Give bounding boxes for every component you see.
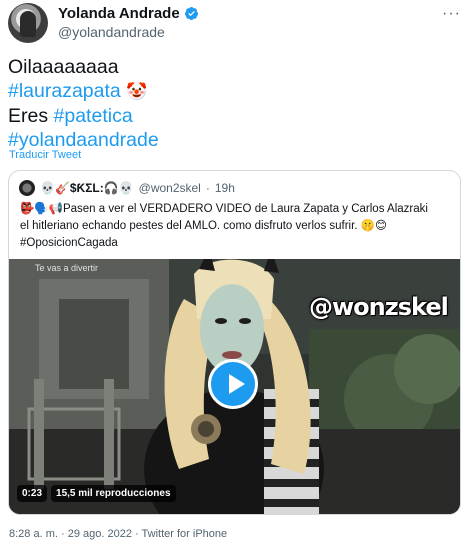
tweet-metadata: 8:28 a. m. · 29 ago. 2022 · Twitter for … [9,528,227,540]
tweet-line-1: Oilaaaaaaaa [8,56,119,78]
tweet-text: Oilaaaaaaaa #laurazapata 🤡 Eres #patetic… [8,55,458,152]
video-duration: 0:23 [17,485,48,502]
video-views: 15,5 mil reproducciones [51,485,176,502]
quoted-text-line-2: el hitleriano echando pestes del AMLO. c… [20,220,388,232]
tweet-line-3-prefix: Eres [8,105,54,127]
play-button[interactable] [208,359,258,409]
video-watermark: @wonzskel [309,293,449,321]
quoted-tweet-header: 💀🎸$ƘΣL:🎧💀 @won2skel · 19h [19,180,235,196]
video-caption: Te vas a divertir [35,263,99,273]
tweet-date[interactable]: 29 ago. 2022 [68,528,132,540]
tweet-line-2: #laurazapata 🤡 [8,79,458,104]
video-player[interactable]: Te vas a divertir @wonzskel 0:23 15,5 mi… [9,259,460,514]
tweet-time[interactable]: 8:28 a. m. [9,528,58,540]
tweet-line-3: Eres #patetica [8,104,458,128]
quoted-hashtag[interactable]: #OposicionCagada [20,235,445,252]
verified-badge-icon [184,6,198,21]
clown-emoji: 🤡 [126,82,148,101]
author-name-row: Yolanda Andrade [58,5,199,22]
tweet-source[interactable]: Twitter for iPhone [142,528,228,540]
quoted-time[interactable]: 19h [215,181,235,195]
quoted-tweet-text: 👺🗣️📢Pasen a ver el VERDADERO VIDEO de La… [20,201,445,252]
translate-tweet-link[interactable]: Traducir Tweet [9,149,81,161]
hashtag-patetica[interactable]: #patetica [54,105,133,127]
quoted-separator: · [205,181,210,195]
hashtag-yolandaandrade[interactable]: #yolandaandrade [8,129,159,151]
hashtag-laurazapata[interactable]: #laurazapata [8,80,121,102]
author-display-name[interactable]: Yolanda Andrade [58,5,180,22]
quoted-display-name[interactable]: 💀🎸$ƘΣL:🎧💀 [40,181,134,195]
quoted-tweet[interactable]: 💀🎸$ƘΣL:🎧💀 @won2skel · 19h 👺🗣️📢Pasen a ve… [8,170,461,515]
play-icon [229,374,245,394]
meta-separator-1: · [60,528,65,540]
author-handle[interactable]: @yolandandrade [58,24,165,40]
avatar[interactable] [8,3,48,43]
quoted-handle[interactable]: @won2skel [139,181,201,195]
quoted-text-line-1: 👺🗣️📢Pasen a ver el VERDADERO VIDEO de La… [20,203,428,215]
video-stats: 0:23 15,5 mil reproducciones [17,485,176,502]
quoted-avatar[interactable] [19,180,35,196]
tweet-header: Yolanda Andrade @yolandandrade ··· [8,3,463,43]
meta-separator-2: · [135,528,139,540]
more-options-icon[interactable]: ··· [442,6,461,22]
